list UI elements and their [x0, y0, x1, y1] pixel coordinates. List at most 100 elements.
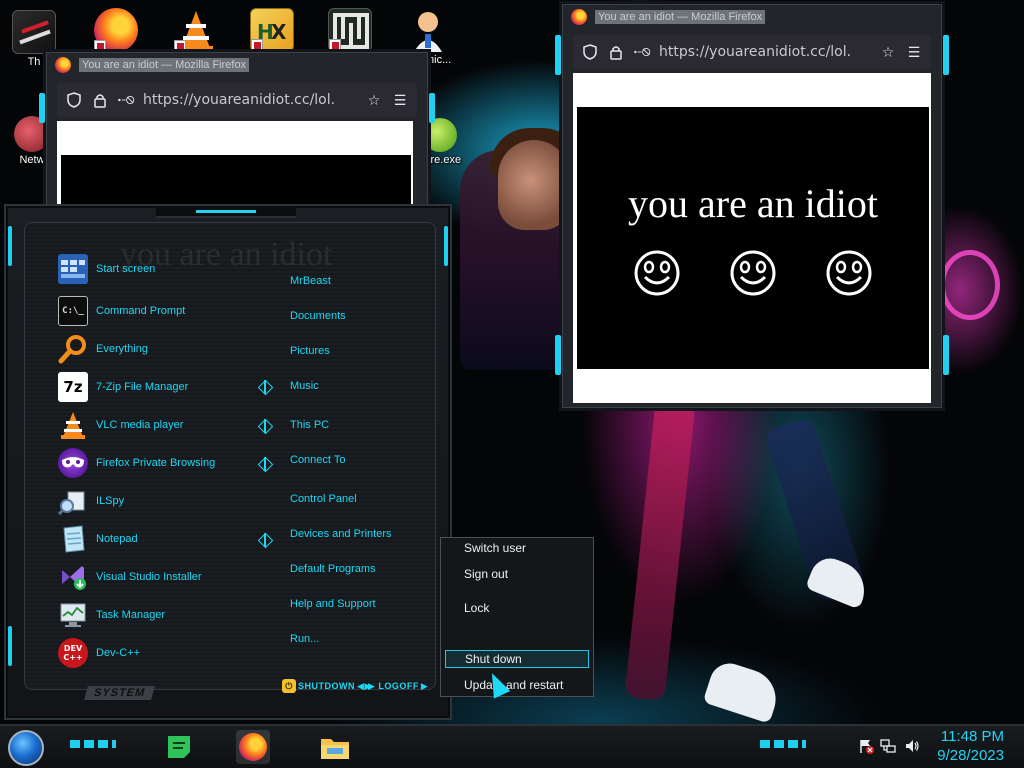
program-label: Notepad — [96, 533, 138, 545]
menu-item-switch-user[interactable]: Switch user — [445, 539, 589, 557]
vlc-icon — [58, 410, 88, 440]
lime-icon — [423, 118, 457, 152]
shortcut-arrow-icon — [329, 39, 341, 51]
visual-studio-installer-icon — [58, 562, 88, 592]
page-heading: you are an idiot — [628, 180, 878, 226]
window-titlebar[interactable]: You are an idiot — Mozilla Firefox — [47, 53, 427, 77]
smiley-face-icon — [730, 250, 776, 295]
submenu-arrow-icon — [259, 419, 271, 433]
lock-icon[interactable] — [91, 91, 109, 109]
frame-glow — [555, 335, 561, 375]
program-visual-studio-installer[interactable]: Visual Studio Installer — [58, 559, 258, 595]
logoff-label: LOGOFF — [378, 681, 419, 691]
program-start-screen[interactable]: Start screen — [58, 251, 258, 287]
wallpaper-figure-head — [498, 140, 570, 230]
program-devcpp[interactable]: DEV C++ Dev-C++ — [58, 635, 258, 671]
place-help-and-support[interactable]: Help and Support — [290, 598, 376, 610]
frame-glow — [444, 226, 448, 266]
app-icon — [12, 10, 56, 54]
bookmark-star-icon[interactable]: ☆ — [365, 91, 383, 109]
frame-glow — [555, 35, 561, 75]
desktop-icon[interactable] — [84, 8, 148, 52]
clock-date: 9/28/2023 — [937, 747, 1004, 764]
firefox-window-right[interactable]: You are an idiot — Mozilla Firefox https… — [555, 4, 949, 408]
program-label: Command Prompt — [96, 305, 186, 317]
place-mrbeast[interactable]: MrBeast — [290, 275, 331, 287]
desktop-icon[interactable] — [318, 8, 382, 52]
hamburger-menu-icon[interactable]: ☰ — [905, 43, 923, 61]
logoff-button[interactable]: ▶ LOGOFF ▶ — [366, 678, 428, 694]
place-control-panel[interactable]: Control Panel — [290, 493, 357, 505]
program-command-prompt[interactable]: C:\_ Command Prompt — [58, 293, 258, 329]
place-connect-to[interactable]: Connect To — [290, 454, 345, 466]
file-explorer-icon — [321, 739, 349, 759]
place-run[interactable]: Run... — [290, 633, 319, 645]
url-bar[interactable]: https://youareanidiot.cc/lol. — [143, 92, 357, 108]
start-orb-button[interactable] — [8, 730, 44, 766]
network-icon[interactable] — [880, 738, 896, 754]
smiley-row — [633, 249, 873, 297]
program-label: Everything — [96, 343, 148, 355]
program-label: Task Manager — [96, 609, 166, 621]
program-label: Firefox Private Browsing — [96, 457, 216, 469]
place-music[interactable]: Music — [290, 380, 319, 392]
ilspy-icon — [58, 486, 88, 516]
lock-icon[interactable] — [607, 43, 625, 61]
program-ilspy[interactable]: ILSpy — [58, 483, 258, 519]
svg-text:C++: C++ — [63, 653, 82, 662]
security-flag-icon[interactable] — [858, 738, 874, 754]
program-label: 7-Zip File Manager — [96, 381, 189, 393]
menu-item-shut-down[interactable]: Shut down — [445, 650, 589, 668]
place-this-pc[interactable]: This PC — [290, 419, 329, 431]
hamburger-menu-icon[interactable]: ☰ — [391, 91, 409, 109]
taskbar-ornament — [760, 740, 806, 748]
place-documents[interactable]: Documents — [290, 310, 346, 322]
window-title: You are an idiot — Mozilla Firefox — [79, 58, 250, 72]
chevron-right-icon: ▶ — [420, 680, 429, 691]
system-clock[interactable]: 11:48 PM 9/28/2023 — [937, 727, 1004, 765]
url-bar[interactable]: https://youareanidiot.cc/lol. — [659, 44, 871, 60]
navigation-bar: https://youareanidiot.cc/lol. ☆ ☰ — [573, 35, 931, 69]
program-firefox-private[interactable]: Firefox Private Browsing — [58, 445, 258, 481]
menu-item-lock[interactable]: Lock — [445, 599, 589, 617]
desktop-icon[interactable]: HX — [240, 8, 304, 52]
program-everything[interactable]: Everything — [58, 331, 258, 367]
taskbar-app-firefox[interactable] — [236, 730, 270, 764]
command-prompt-icon: C:\_ — [58, 296, 88, 326]
place-default-programs[interactable]: Default Programs — [290, 563, 376, 575]
hxd-icon: HX — [250, 8, 294, 52]
program-vlc[interactable]: VLC media player — [58, 407, 258, 443]
place-devices-and-printers[interactable]: Devices and Printers — [290, 528, 392, 540]
window-titlebar[interactable]: You are an idiot — Mozilla Firefox — [563, 5, 941, 29]
volume-icon[interactable] — [904, 738, 920, 754]
technician-icon — [406, 8, 450, 52]
menu-item-sign-out[interactable]: Sign out — [445, 565, 589, 583]
program-label: Dev-C++ — [96, 647, 141, 659]
shield-icon[interactable] — [65, 91, 83, 109]
window-title: You are an idiot — Mozilla Firefox — [595, 10, 766, 24]
submenu-arrow-icon — [259, 380, 271, 394]
taskbar-app-file-explorer[interactable] — [318, 730, 352, 764]
navigation-bar: https://youareanidiot.cc/lol. ☆ ☰ — [57, 83, 417, 117]
submenu-arrow-icon — [259, 457, 271, 471]
desktop-icon[interactable] — [164, 8, 228, 52]
firefox-icon — [239, 733, 267, 761]
bookmark-star-icon[interactable]: ☆ — [879, 43, 897, 61]
taskbar-app-notes[interactable] — [162, 730, 196, 764]
place-pictures[interactable]: Pictures — [290, 345, 330, 357]
program-7zip[interactable]: 7z 7-Zip File Manager — [58, 369, 258, 405]
program-task-manager[interactable]: Task Manager — [58, 597, 258, 633]
menu-item-update-and-restart[interactable]: Update and restart — [445, 676, 589, 694]
shortcut-arrow-icon — [174, 40, 186, 52]
frame-glow — [39, 93, 45, 123]
firefox-private-icon — [58, 448, 88, 478]
permissions-icon[interactable] — [633, 43, 651, 61]
shield-icon[interactable] — [581, 43, 599, 61]
permissions-icon[interactable] — [117, 91, 135, 109]
frame-glow — [8, 226, 12, 266]
shutdown-button[interactable]: ⏻ SHUTDOWN ◀▶ — [282, 678, 372, 694]
program-label: ILSpy — [96, 495, 125, 507]
firefox-icon — [571, 9, 587, 25]
program-notepad[interactable]: Notepad — [58, 521, 258, 557]
maze-icon — [328, 8, 372, 52]
